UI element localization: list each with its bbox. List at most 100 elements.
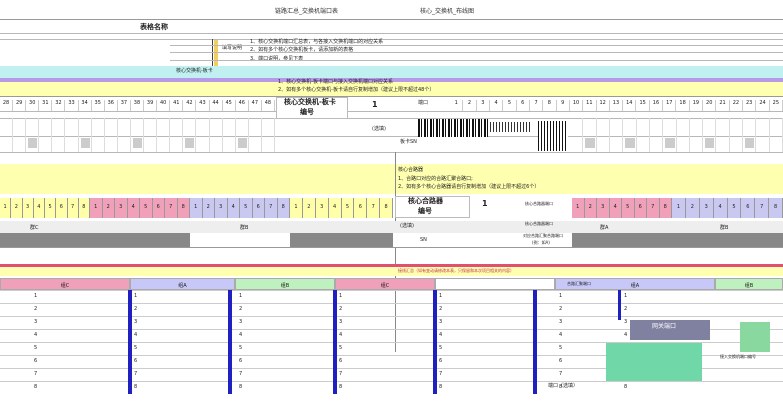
router-port[interactable]: 3 [315, 198, 329, 218]
row-number: 3 [439, 319, 443, 325]
port-number: 20 [703, 100, 717, 111]
row-number: 8 [134, 384, 138, 390]
port-cell[interactable] [210, 118, 223, 152]
router-port[interactable]: 2 [11, 198, 23, 218]
port-number: 36 [105, 100, 118, 111]
router-port[interactable]: 1 [90, 198, 103, 218]
port-number: 44 [210, 100, 223, 111]
row-number: 7 [34, 371, 38, 377]
router-port[interactable]: 8 [659, 198, 672, 218]
router-label: 核心合路器 [408, 197, 443, 205]
router-port[interactable]: 1 [290, 198, 303, 218]
router-port[interactable]: 5 [727, 198, 742, 218]
router-port[interactable]: 6 [354, 198, 368, 218]
router-port[interactable]: 7 [265, 198, 278, 218]
port-cell[interactable] [92, 118, 105, 152]
router-port[interactable]: 8 [177, 198, 190, 218]
router-port[interactable]: 1 [572, 198, 585, 218]
router-port[interactable]: 6 [152, 198, 165, 218]
router-port[interactable]: 3 [215, 198, 228, 218]
router-port[interactable]: 4 [127, 198, 140, 218]
port-cell[interactable] [756, 118, 770, 152]
router-port[interactable]: 6 [741, 198, 756, 218]
router-title: 核心合路器 [398, 167, 424, 173]
router-port[interactable]: 2 [202, 198, 215, 218]
router-port[interactable]: 2 [102, 198, 115, 218]
port-cell[interactable] [249, 118, 262, 152]
router-port[interactable]: 4 [328, 198, 342, 218]
router-port[interactable]: 1 [0, 198, 12, 218]
port-fill [237, 138, 247, 148]
port-cell[interactable] [262, 118, 275, 152]
router-port[interactable]: 5 [45, 198, 57, 218]
router-port[interactable]: 7 [647, 198, 660, 218]
router-port[interactable]: 8 [380, 198, 393, 218]
router-port[interactable]: 4 [33, 198, 45, 218]
port-cell[interactable] [730, 118, 744, 152]
port-cell[interactable] [65, 118, 79, 152]
router-port[interactable]: 2 [302, 198, 316, 218]
port-cell[interactable] [597, 118, 610, 152]
router-port[interactable]: 5 [240, 198, 253, 218]
router-port[interactable]: 6 [252, 198, 265, 218]
port-cell[interactable] [39, 118, 53, 152]
router-port[interactable]: 2 [584, 198, 597, 218]
port-cell[interactable] [170, 118, 184, 152]
router-port[interactable]: 4 [713, 198, 728, 218]
barcode-image [418, 119, 488, 137]
row-number: 7 [239, 371, 243, 377]
port-cell[interactable] [157, 118, 171, 152]
row-number: 4 [34, 332, 38, 338]
row-number: 1 [559, 293, 563, 299]
port-cell[interactable] [105, 118, 118, 152]
router-port[interactable]: 7 [755, 198, 770, 218]
router-port[interactable]: 7 [367, 198, 381, 218]
router-port[interactable]: 8 [769, 198, 783, 218]
port-cell[interactable] [770, 118, 783, 152]
port-cell[interactable] [196, 118, 210, 152]
router-port[interactable]: 5 [140, 198, 153, 218]
row-number: 2 [134, 306, 138, 312]
row-number: 8 [439, 384, 443, 390]
router-port[interactable]: 5 [622, 198, 635, 218]
router-port[interactable]: 8 [78, 198, 90, 218]
card-number[interactable]: 1 [372, 101, 378, 109]
port-grid-right [570, 118, 783, 152]
port-number: 3 [477, 100, 490, 111]
router-port[interactable]: 8 [277, 198, 290, 218]
port-cell[interactable] [570, 118, 584, 152]
router-number[interactable]: 1 [482, 200, 488, 208]
router-port[interactable]: 6 [634, 198, 647, 218]
router-port-a: 核心合路器端口 [525, 201, 553, 206]
router-port[interactable]: 5 [341, 198, 355, 218]
port-cell[interactable] [144, 118, 158, 152]
port-number: 45 [223, 100, 236, 111]
router-port[interactable]: 2 [685, 198, 700, 218]
port-number: 35 [92, 100, 105, 111]
port-cell[interactable] [118, 118, 131, 152]
router-port[interactable]: 4 [227, 198, 240, 218]
router-port[interactable]: 3 [597, 198, 610, 218]
router-port[interactable]: 3 [699, 198, 714, 218]
port-cell[interactable] [650, 118, 664, 152]
router-port[interactable]: 3 [22, 198, 34, 218]
port-cell[interactable] [13, 118, 27, 152]
port-number: 2 [463, 100, 477, 111]
row-number: 8 [34, 384, 38, 390]
port-cell[interactable] [52, 118, 66, 152]
router-port[interactable]: 7 [165, 198, 178, 218]
port-cell[interactable] [0, 118, 14, 152]
router-port[interactable]: 6 [56, 198, 68, 218]
green-block [606, 343, 702, 381]
port-cell[interactable] [223, 118, 236, 152]
port-cell[interactable] [637, 118, 650, 152]
router-port[interactable]: 3 [115, 198, 128, 218]
port-cell[interactable] [716, 118, 730, 152]
port-cell[interactable] [690, 118, 704, 152]
router-port[interactable]: 1 [190, 198, 203, 218]
port-cell[interactable] [610, 118, 624, 152]
router-port[interactable]: 7 [67, 198, 79, 218]
router-port[interactable]: 4 [609, 198, 622, 218]
port-cell[interactable] [677, 118, 690, 152]
router-port[interactable]: 1 [672, 198, 686, 218]
